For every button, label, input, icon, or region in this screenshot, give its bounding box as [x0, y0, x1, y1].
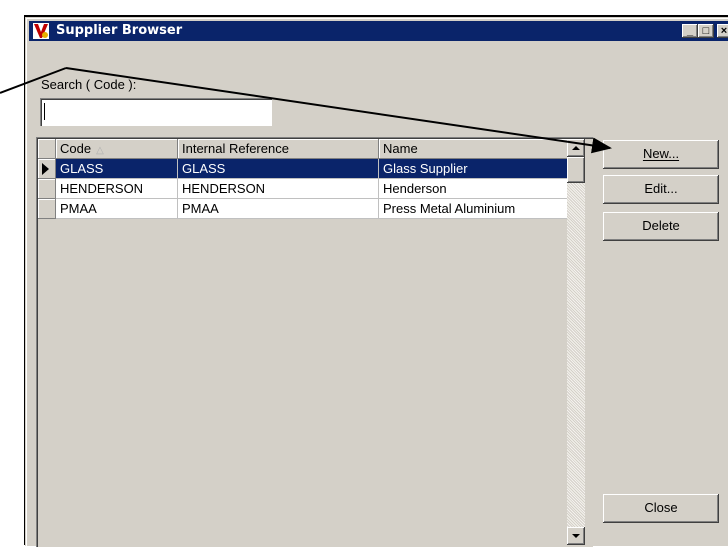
annotation-arrow-tail: [0, 67, 67, 94]
annotation-arrow: [0, 67, 612, 154]
annotation-arrow-line: [65, 67, 612, 154]
